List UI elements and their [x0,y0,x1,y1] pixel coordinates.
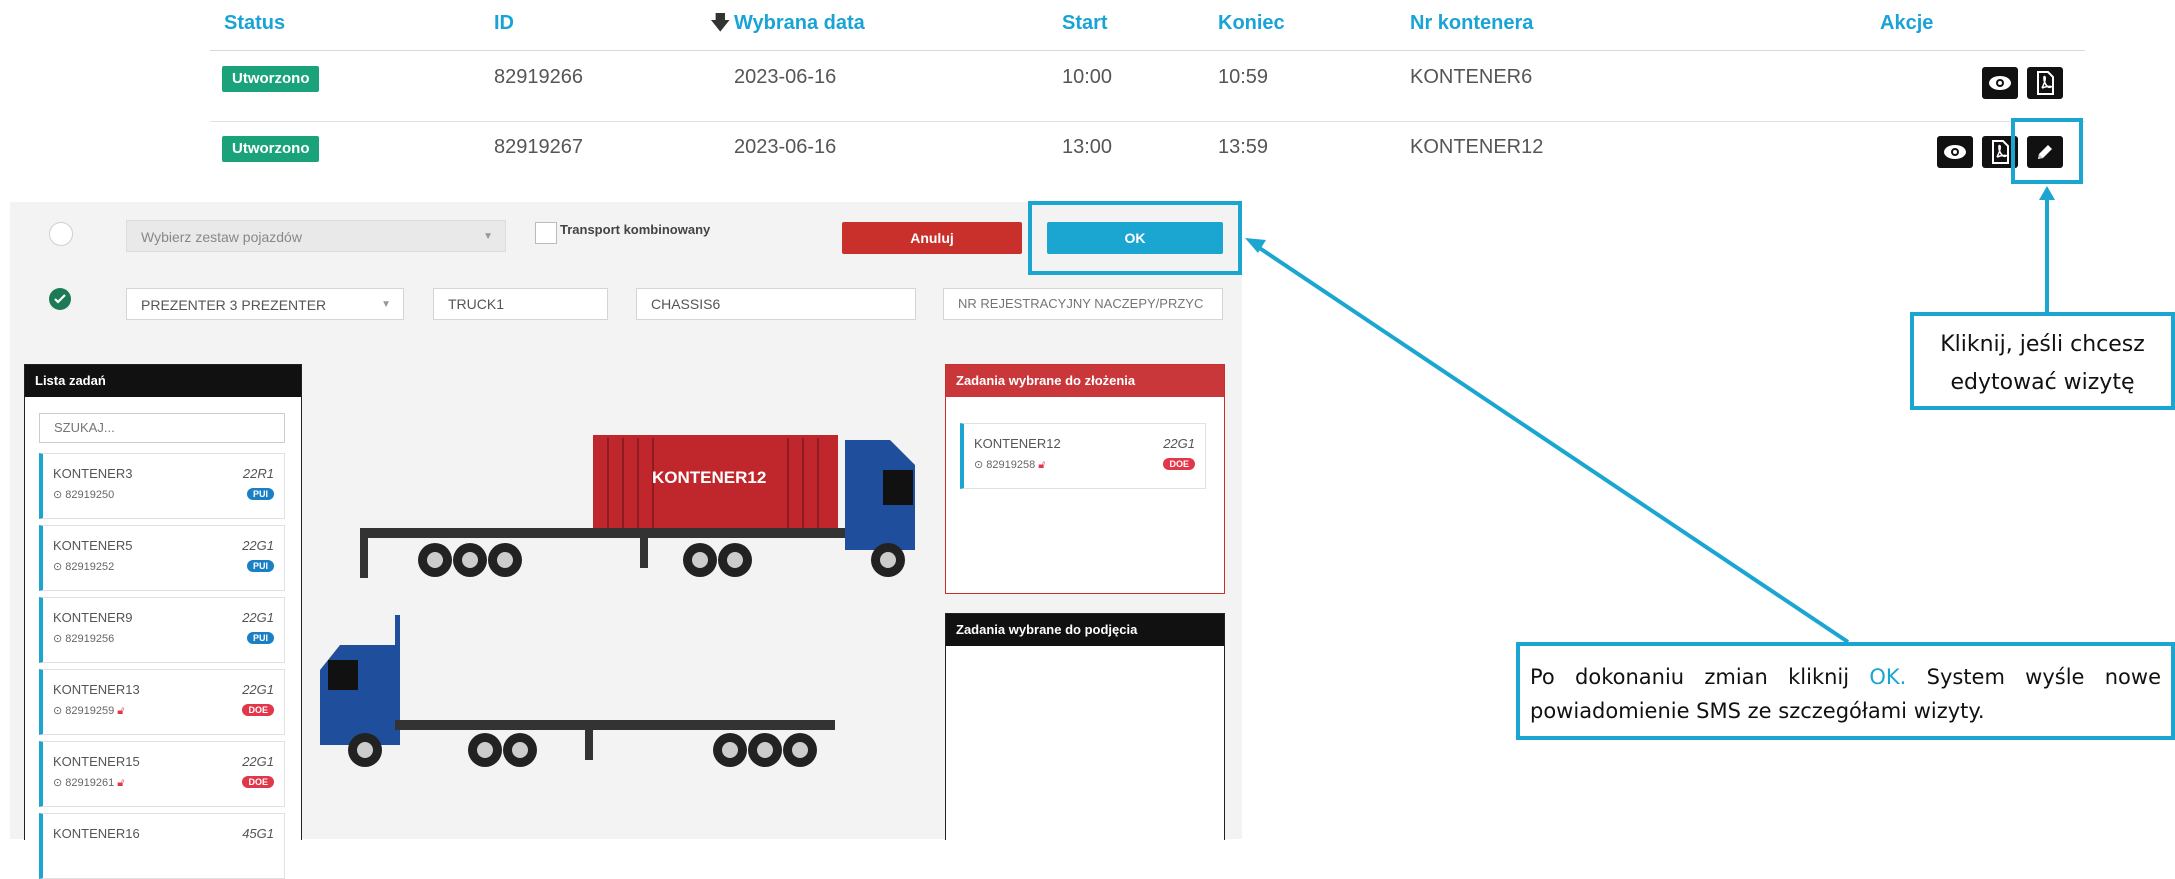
edit-callout-line2: edytować wizytę [1950,370,2135,395]
ok-callout-ok-word: OK. [1869,665,1907,689]
edit-callout: Kliknij, jeśli chcesz edytować wizytę [1910,312,2175,410]
ok-callout: Po dokonaniu zmian kliknij OK. System wy… [1516,642,2175,740]
ok-callout-text-before: Po dokonaniu zmian kliknij [1530,665,1870,689]
edit-callout-line1: Kliknij, jeśli chcesz [1940,332,2145,357]
